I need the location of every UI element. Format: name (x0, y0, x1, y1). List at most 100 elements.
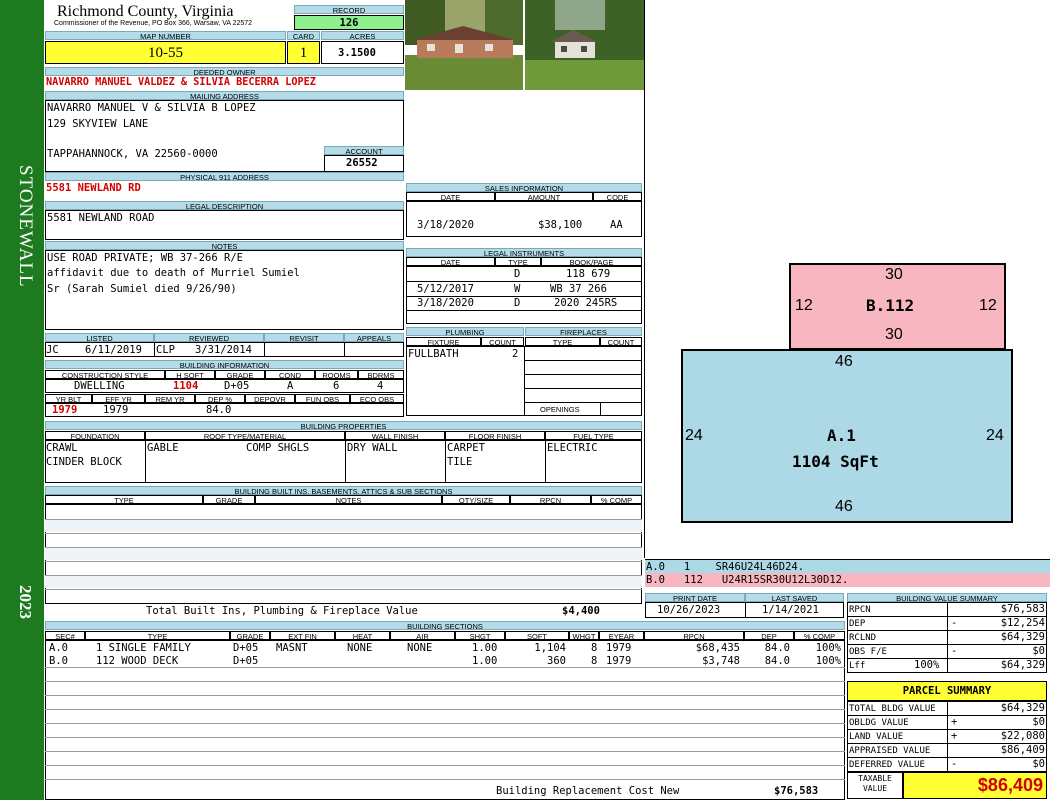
sections-col-sqft: SQFT (505, 631, 569, 640)
sections-col-whgt: WHGT (569, 631, 599, 640)
deck-right-dim: 12 (979, 297, 997, 314)
builtins-col-grade: GRADE (203, 495, 255, 504)
construction-style: DWELLING (74, 380, 125, 392)
effective-year: 1979 (103, 404, 129, 416)
instruments-col-book: BOOK/PAGE (541, 257, 642, 266)
vs-lff-pct: 100% (914, 659, 940, 671)
col-depovr: DEPOVR (245, 394, 295, 403)
legal-description-label: LEGAL DESCRIPTION (45, 201, 404, 210)
replacement-cost: $76,583 (774, 785, 819, 797)
sections-col-heat: HEAT (335, 631, 390, 640)
mailing-address-label: MAILING ADDRESS (45, 91, 404, 100)
map-number-label: MAP NUMBER (45, 31, 286, 40)
ps-appraised-label: APPRAISED VALUE (849, 746, 931, 756)
fireplaces-col-count: COUNT (600, 337, 642, 346)
record-label: RECORD (294, 5, 404, 14)
col-bdrms: BDRMS (358, 370, 404, 379)
instrument-type-2: W (514, 283, 521, 295)
vs-dep-value: $12,254 (1000, 617, 1045, 629)
account-label: ACCOUNT (324, 146, 404, 155)
instrument-book-3: 2020 245RS (554, 297, 618, 309)
last-saved-label: LAST SAVED (745, 593, 844, 602)
year-built: 1979 (52, 404, 78, 416)
parcel-summary-title-bar: PARCEL SUMMARY (847, 681, 1047, 701)
taxable-label: TAXABLE VALUE (858, 774, 892, 793)
commissioner-address: Commissioner of the Revenue, PO Box 366,… (54, 20, 253, 27)
card-field: 1 (287, 41, 320, 64)
district-sidebar: STONEWALL 2023 (0, 0, 44, 800)
sales-col-date: DATE (406, 192, 495, 201)
vs-obs-label: OBS F/E (849, 647, 887, 657)
print-date-label: PRINT DATE (645, 593, 745, 602)
mailing-line-2: 129 SKYVIEW LANE (47, 118, 149, 130)
sections-title: BUILDING SECTIONS (45, 621, 845, 630)
listed-by: JC (46, 344, 59, 356)
plumbing-title: PLUMBING (406, 327, 524, 336)
sections-col-type: TYPE (85, 631, 230, 640)
notes-line-1: USE ROAD PRIVATE; WB 37-266 R/E (47, 252, 243, 264)
instruments-col-type: TYPE (495, 257, 541, 266)
fuel-type: ELECTRIC (547, 442, 598, 454)
sections-col-shgt: SHGT (455, 631, 505, 640)
instrument-book-2: WB 37 266 (550, 283, 607, 295)
sections-col-sec: SEC# (45, 631, 85, 640)
vs-rclnd-value: $64,329 (1000, 631, 1045, 643)
col-eff-year: EFF YR (92, 394, 145, 403)
house-top-dim: 46 (835, 353, 853, 370)
sections-col-rpcn: RPCN (644, 631, 744, 640)
builtins-col-notes: NOTES (255, 495, 442, 504)
ps-total-bldg-label: TOTAL BLDG VALUE (849, 704, 936, 714)
builtins-total-label: Total Built Ins, Plumbing & Fireplace Va… (146, 605, 418, 617)
sections-col-eyear: EYEAR (599, 631, 644, 640)
house-label: A.1 (827, 426, 856, 445)
bedrooms: 4 (377, 380, 384, 392)
deck-label: B.112 (866, 296, 915, 315)
value-summary-title: BUILDING VALUE SUMMARY (847, 593, 1047, 602)
col-eco-obs: ECO OBS (350, 394, 404, 403)
reviewed-by: CLP (156, 344, 175, 356)
vector-row-b: B.0 112 U24R15SR30U12L30D12. (645, 573, 1050, 587)
deeded-owner-label: DEEDED OWNER (45, 67, 404, 76)
replacement-cost-label: Building Replacement Cost New (496, 785, 680, 797)
physical-address-label: PHYSICAL 911 ADDRESS (45, 172, 404, 181)
deck-left-dim: 12 (795, 297, 813, 314)
taxable-value-box: $86,409 (903, 772, 1047, 799)
sales-col-code: CODE (593, 192, 642, 201)
col-wall-finish: WALL FINISH (345, 431, 445, 440)
instrument-type-3: D (514, 297, 521, 309)
col-dep-pct: DEP % (195, 394, 245, 403)
listed-label: LISTED (45, 333, 154, 342)
sales-code: AA (610, 219, 623, 231)
depreciation-pct: 84.0 (206, 404, 232, 416)
sales-title: SALES INFORMATION (406, 183, 642, 192)
card-label: CARD (287, 31, 320, 40)
roof-material: COMP SHGLS (246, 442, 310, 454)
map-number-field: 10-55 (45, 41, 286, 64)
revisit-label: REVISIT (264, 333, 344, 342)
builtins-col-rpcn: RPCN (510, 495, 591, 504)
grade: D+05 (224, 380, 250, 392)
instrument-date-3: 3/18/2020 (417, 297, 474, 309)
ps-obldg-label: OBLDG VALUE (849, 718, 909, 728)
notes-line-3: Sr (Sarah Sumiel died 9/26/90) (47, 283, 237, 295)
ps-land-value: $22,080 (1000, 730, 1045, 742)
district-name: STONEWALL (15, 165, 36, 288)
builtins-col-type: TYPE (45, 495, 203, 504)
vs-obs-value: $0 (1032, 645, 1045, 657)
house-bottom-dim: 46 (835, 498, 853, 515)
plumbing-count: 2 (512, 348, 519, 360)
col-year-built: YR BLT (45, 394, 92, 403)
rooms: 6 (333, 380, 340, 392)
vector-row-a: A.0 1 SR46U24L46D24. (645, 559, 1050, 573)
plumbing-fixture: FULLBATH (408, 348, 459, 360)
mailing-line-1: NAVARRO MANUEL V & SILVIA B LOPEZ (47, 102, 256, 114)
instruments-col-date: DATE (406, 257, 495, 266)
col-fuel-type: FUEL TYPE (545, 431, 642, 440)
ps-deferred-value: $0 (1032, 758, 1045, 770)
foundation-1: CRAWL (46, 442, 78, 454)
deck-top-dim: 30 (885, 266, 903, 283)
col-roof: ROOF TYPE/MATERIAL (145, 431, 345, 440)
col-grade: GRADE (215, 370, 265, 379)
instrument-book-1: 118 679 (566, 268, 611, 280)
sections-col-grade: GRADE (230, 631, 270, 640)
